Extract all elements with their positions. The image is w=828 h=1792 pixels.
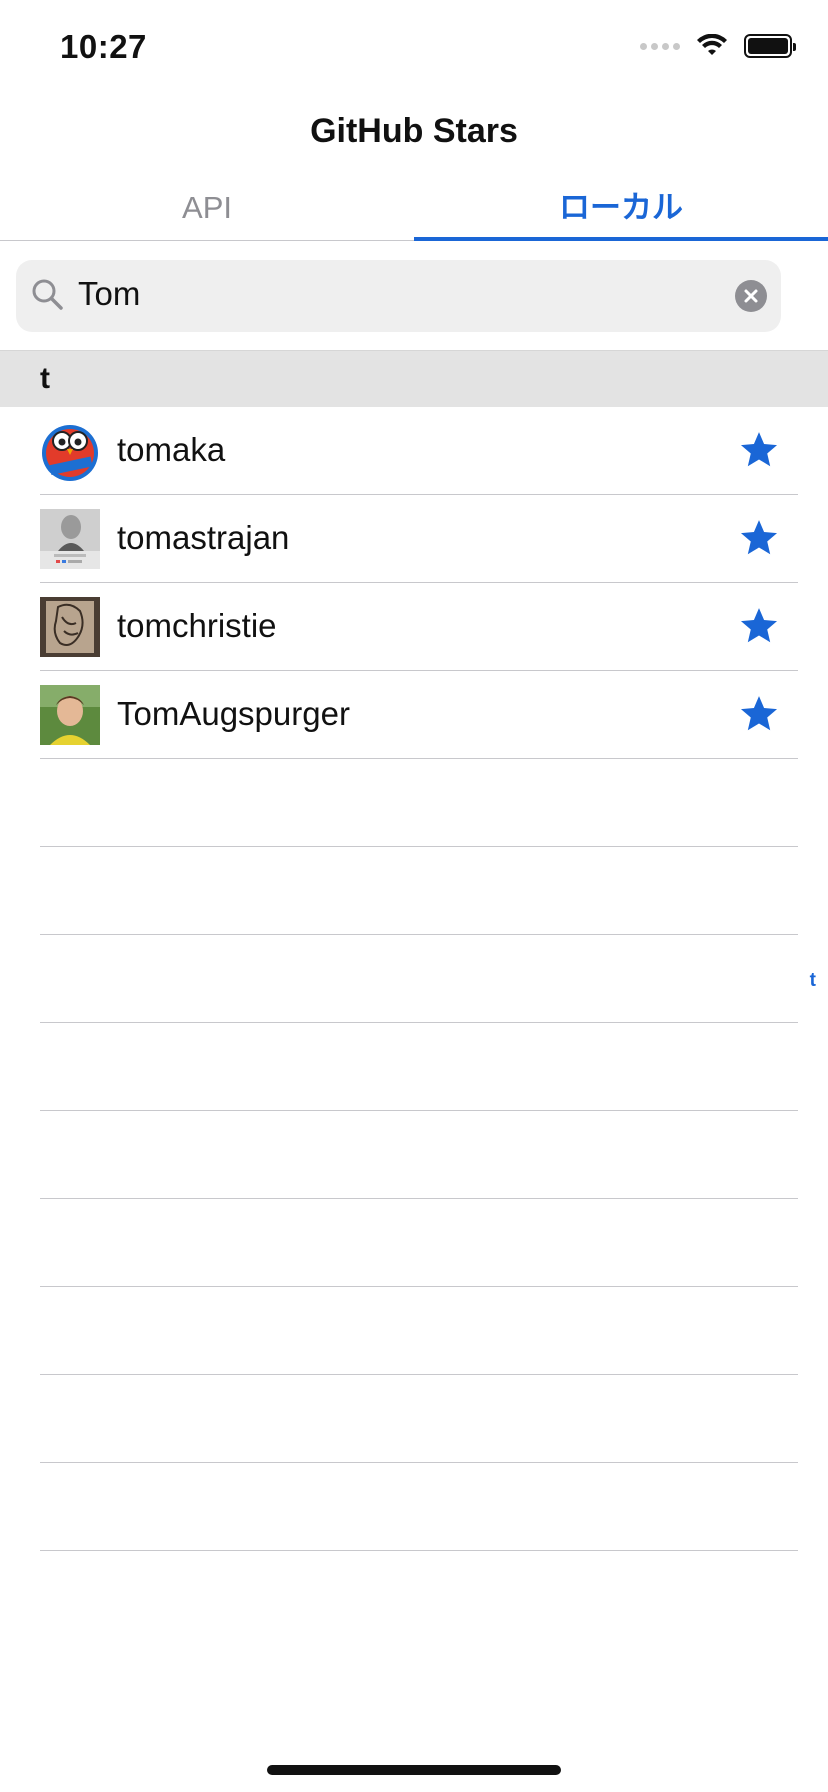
username: tomastrajan [117, 519, 290, 556]
home-indicator [267, 1765, 561, 1775]
empty-row [0, 759, 828, 847]
empty-row [0, 935, 828, 1023]
page-title: GitHub Stars [310, 112, 518, 150]
star-icon[interactable] [738, 693, 780, 735]
section-header: t [0, 350, 828, 407]
wifi-icon [697, 34, 727, 55]
user-list: tomaka tomastrajan tomchristie TomAugspu… [0, 407, 828, 759]
tab-api[interactable]: API [0, 180, 414, 240]
clear-search-button[interactable] [735, 280, 767, 312]
section-header-label: t [40, 362, 50, 395]
star-icon[interactable] [738, 429, 780, 471]
list-item[interactable]: tomastrajan [0, 495, 828, 583]
section-index-letter[interactable]: t [810, 970, 816, 992]
empty-row [0, 1287, 828, 1375]
cellular-signal-icon [640, 42, 680, 50]
empty-table-rows [0, 759, 828, 1551]
status-icons [640, 34, 796, 58]
empty-row [0, 1463, 828, 1551]
list-item[interactable]: tomchristie [0, 583, 828, 671]
username: tomaka [117, 431, 226, 468]
list-item[interactable]: tomaka [0, 407, 828, 495]
avatar [40, 421, 100, 481]
search-icon [32, 279, 63, 310]
username: TomAugspurger [117, 695, 350, 732]
star-icon[interactable] [738, 605, 780, 647]
status-time: 10:27 [60, 28, 147, 65]
search-input[interactable]: Tom [78, 275, 140, 313]
empty-row [0, 1023, 828, 1111]
list-item[interactable]: TomAugspurger [0, 671, 828, 759]
status-bar: 10:27 [0, 0, 828, 100]
empty-row [0, 847, 828, 935]
avatar [40, 685, 100, 745]
empty-row [0, 1375, 828, 1463]
close-icon [744, 289, 758, 303]
search-bar[interactable]: Tom [16, 260, 781, 332]
avatar [40, 597, 100, 657]
empty-row [0, 1199, 828, 1287]
tab-local[interactable]: ローカル [414, 180, 828, 241]
empty-row [0, 1111, 828, 1199]
star-icon[interactable] [738, 517, 780, 559]
avatar [40, 509, 100, 569]
battery-icon [744, 34, 796, 58]
username: tomchristie [117, 607, 277, 644]
segment-tabs: API ローカル [0, 180, 828, 241]
